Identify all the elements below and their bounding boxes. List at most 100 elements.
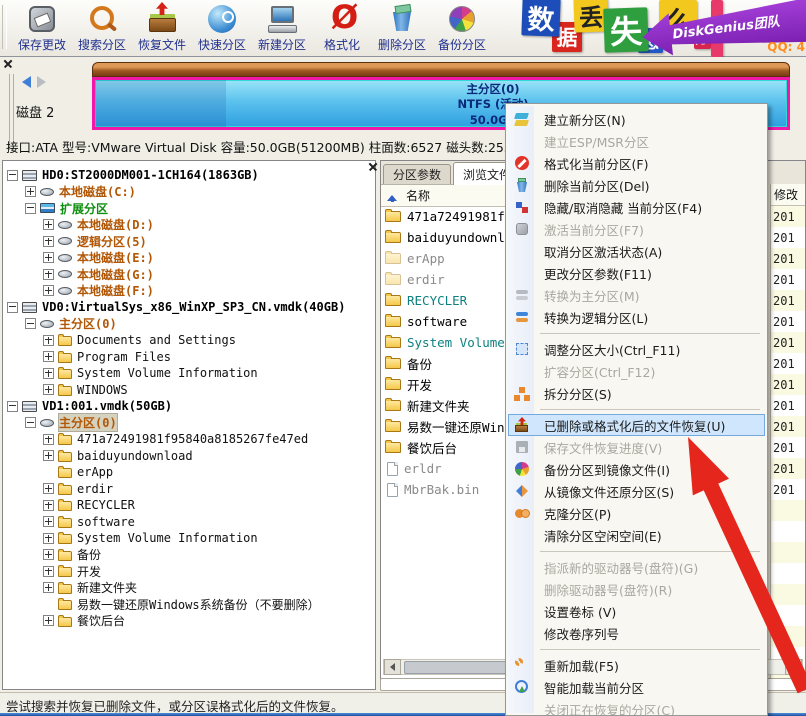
- tree-expander-icon[interactable]: [25, 186, 36, 198]
- menu-item[interactable]: 更改分区参数(F11): [508, 262, 765, 284]
- menu-item[interactable]: 修改卷序列号: [508, 622, 765, 644]
- tree-item[interactable]: 本地磁盘(D:): [3, 217, 375, 234]
- toolbar-button[interactable]: 搜索分区: [72, 3, 132, 53]
- toolbar-button[interactable]: 新建分区: [252, 3, 312, 53]
- tree-item[interactable]: WINDOWS: [3, 382, 375, 399]
- menu-item[interactable]: [508, 328, 765, 338]
- tree-item[interactable]: VD1:001.vmdk(50GB): [3, 398, 375, 415]
- tree-item[interactable]: 扩展分区: [3, 200, 375, 217]
- menu-item[interactable]: [508, 404, 765, 414]
- tree-expander-icon[interactable]: [43, 615, 54, 627]
- tree-expander-icon[interactable]: [7, 169, 18, 181]
- tree-item[interactable]: software: [3, 514, 375, 531]
- tree-expander-icon[interactable]: [7, 400, 18, 412]
- tree-item[interactable]: 本地磁盘(G:): [3, 266, 375, 283]
- tree-item[interactable]: System Volume Information: [3, 530, 375, 547]
- folder-up-icon[interactable]: [386, 190, 398, 202]
- menu-item[interactable]: 克隆分区(P): [508, 502, 765, 524]
- menu-item[interactable]: 删除当前分区(Del): [508, 174, 765, 196]
- tree-expander-icon[interactable]: [25, 202, 36, 214]
- menu-item[interactable]: 设置卷标 (V): [508, 600, 765, 622]
- toolbar-button[interactable]: 快速分区: [192, 3, 252, 53]
- tree-expander-icon[interactable]: [43, 433, 54, 445]
- tree-item[interactable]: 本地磁盘(E:): [3, 250, 375, 267]
- tree-item[interactable]: 新建文件夹: [3, 580, 375, 597]
- tree-expander-icon[interactable]: [43, 285, 54, 297]
- next-disk-arrow-icon[interactable]: [37, 76, 46, 88]
- menu-item[interactable]: 扩容分区(Ctrl_F12): [508, 360, 765, 382]
- menu-item[interactable]: [508, 644, 765, 654]
- tree-item[interactable]: 逻辑分区(5): [3, 233, 375, 250]
- tree-expander-icon[interactable]: [43, 450, 54, 462]
- scroll-right-icon[interactable]: [785, 659, 802, 675]
- scroll-left-icon[interactable]: [384, 659, 401, 675]
- tree-item[interactable]: 本地磁盘(F:): [3, 283, 375, 300]
- menu-item[interactable]: 隐藏/取消隐藏 当前分区(F4): [508, 196, 765, 218]
- tree-item[interactable]: baiduyundownload: [3, 448, 375, 465]
- tree-item[interactable]: 主分区(0): [3, 316, 375, 333]
- tree-expander-icon[interactable]: [25, 417, 36, 429]
- tree-item[interactable]: HD0:ST2000DM001-1CH164(1863GB): [3, 167, 375, 184]
- tree-expander-icon[interactable]: [25, 318, 36, 330]
- tree-expander-icon[interactable]: [43, 252, 54, 264]
- tree-expander-icon[interactable]: [43, 516, 54, 528]
- tree-expander-icon[interactable]: [43, 483, 54, 495]
- toolbar-button[interactable]: 格式化: [312, 0, 372, 53]
- toolbar-button[interactable]: 备份分区: [432, 3, 492, 53]
- menu-item[interactable]: 指派新的驱动器号(盘符)(G): [508, 556, 765, 578]
- menu-item[interactable]: 拆分分区(S): [508, 382, 765, 404]
- tree-expander-icon[interactable]: [43, 565, 54, 577]
- tree-expander-icon[interactable]: [43, 582, 54, 594]
- tree-expander-icon[interactable]: [43, 351, 54, 363]
- tree-expander-icon[interactable]: [43, 235, 54, 247]
- toolbar-button[interactable]: 保存更改: [12, 3, 72, 53]
- menu-item[interactable]: 建立ESP/MSR分区: [508, 130, 765, 152]
- menu-item[interactable]: 保存文件恢复进度(V): [508, 436, 765, 458]
- menu-item[interactable]: 调整分区大小(Ctrl_F11): [508, 338, 765, 360]
- tree-expander-icon[interactable]: [43, 334, 54, 346]
- tree-expander-icon[interactable]: [43, 219, 54, 231]
- menu-item[interactable]: 删除驱动器号(盘符)(R): [508, 578, 765, 600]
- menu-item[interactable]: 取消分区激活状态(A): [508, 240, 765, 262]
- tree-item[interactable]: 开发: [3, 563, 375, 580]
- menu-item[interactable]: 备份分区到镜像文件(I): [508, 458, 765, 480]
- tree-item[interactable]: 主分区(0): [3, 413, 375, 433]
- menu-item[interactable]: 智能加载当前分区: [508, 676, 765, 698]
- menu-item[interactable]: 转换为主分区(M): [508, 284, 765, 306]
- menu-item[interactable]: 激活当前分区(F7): [508, 218, 765, 240]
- menu-item[interactable]: 格式化当前分区(F): [508, 152, 765, 174]
- prev-disk-arrow-icon[interactable]: [22, 76, 31, 88]
- tree-item[interactable]: RECYCLER: [3, 497, 375, 514]
- menu-item[interactable]: [508, 546, 765, 556]
- tree-item[interactable]: 餐饮后台: [3, 613, 375, 630]
- tree-item[interactable]: 本地磁盘(C:): [3, 184, 375, 201]
- toolbar-button[interactable]: 恢复文件: [132, 3, 192, 53]
- tree-item[interactable]: Documents and Settings: [3, 332, 375, 349]
- tree-expander-icon[interactable]: [43, 549, 54, 561]
- menu-item[interactable]: 清除分区空闲空间(E): [508, 524, 765, 546]
- tree-item[interactable]: erApp: [3, 464, 375, 481]
- tab-partition-params[interactable]: 分区参数: [383, 164, 452, 184]
- tree-item[interactable]: VD0:VirtualSys_x86_WinXP_SP3_CN.vmdk(40G…: [3, 299, 375, 316]
- menu-item[interactable]: 关闭正在恢复的分区(C): [508, 698, 765, 716]
- tree-expander-icon[interactable]: [43, 367, 54, 379]
- menu-item[interactable]: 从镜像文件还原分区(S): [508, 480, 765, 502]
- tree-expander-icon[interactable]: [43, 499, 54, 511]
- menu-item[interactable]: 转换为逻辑分区(L): [508, 306, 765, 328]
- tree-item[interactable]: 易数一键还原Windows系统备份（不要删除）: [3, 596, 375, 613]
- tree-expander-icon[interactable]: [7, 301, 18, 313]
- tree-item[interactable]: 备份: [3, 547, 375, 564]
- tree-expander-icon[interactable]: [43, 532, 54, 544]
- close-panel-icon[interactable]: [369, 163, 377, 171]
- menu-item[interactable]: 重新加载(F5): [508, 654, 765, 676]
- tree-item[interactable]: Program Files: [3, 349, 375, 366]
- menu-item[interactable]: 建立新分区(N): [508, 108, 765, 130]
- date-column-header[interactable]: 修改: [771, 184, 805, 206]
- tree-item[interactable]: erdir: [3, 481, 375, 498]
- tree-expander-icon[interactable]: [43, 268, 54, 280]
- tree-item[interactable]: 471a72491981f95840a8185267fe47ed: [3, 431, 375, 448]
- menu-item[interactable]: 已删除或格式化后的文件恢复(U): [508, 414, 765, 436]
- tree-item[interactable]: System Volume Information: [3, 365, 375, 382]
- toolbar-button[interactable]: 删除分区: [372, 3, 432, 53]
- tree-expander-icon[interactable]: [43, 384, 54, 396]
